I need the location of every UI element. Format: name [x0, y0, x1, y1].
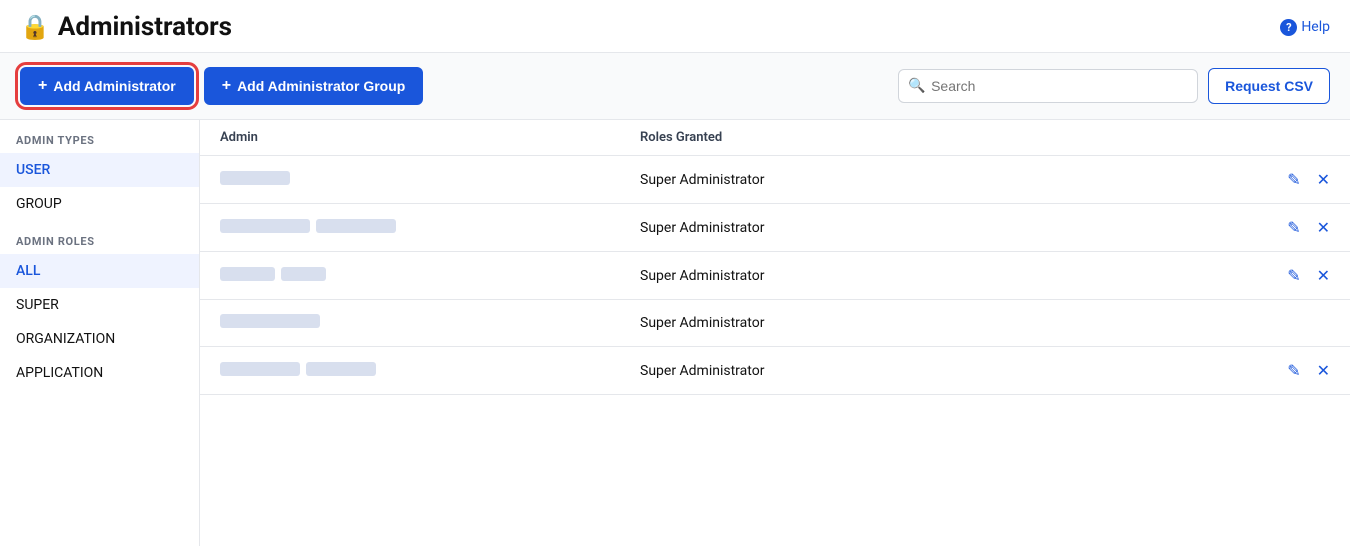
- blur-segment: [220, 362, 300, 376]
- admin-name-cell: [220, 267, 640, 285]
- sidebar-item-organization[interactable]: ORGANIZATION: [0, 322, 199, 356]
- table-header-row: Admin Roles Granted: [200, 120, 1350, 156]
- admin-types-label: ADMIN TYPES: [0, 120, 199, 153]
- blur-segment: [316, 219, 396, 233]
- blur-segment: [220, 314, 320, 328]
- search-wrapper: 🔍 Request CSV: [898, 68, 1330, 104]
- delete-icon[interactable]: ✕: [1317, 266, 1330, 285]
- delete-icon[interactable]: ✕: [1317, 218, 1330, 237]
- admin-name-cell: [220, 171, 640, 189]
- sidebar-item-super[interactable]: SUPER: [0, 288, 199, 322]
- roles-cell: Super Administrator: [640, 172, 1250, 188]
- admin-name-cell: [220, 219, 640, 237]
- table-row: Super Administrator ✎ ✕: [200, 204, 1350, 252]
- edit-icon[interactable]: ✎: [1287, 170, 1300, 189]
- add-group-label: Add Administrator Group: [237, 78, 405, 94]
- blur-segment: [220, 267, 275, 281]
- sidebar: ADMIN TYPES USER GROUP ADMIN ROLES ALL S…: [0, 120, 200, 546]
- table-row: Super Administrator ✎ ✕: [200, 252, 1350, 300]
- admin-name-cell: [220, 314, 640, 332]
- help-circle-icon: ?: [1280, 19, 1297, 36]
- roles-cell: Super Administrator: [640, 220, 1250, 236]
- actions-cell: ✎ ✕: [1250, 266, 1330, 285]
- actions-cell: ✎ ✕: [1250, 170, 1330, 189]
- request-csv-button[interactable]: Request CSV: [1208, 68, 1330, 104]
- admin-name-blur: [220, 362, 376, 376]
- toolbar: + Add Administrator + Add Administrator …: [0, 53, 1350, 120]
- admin-roles-label: ADMIN ROLES: [0, 221, 199, 254]
- blur-segment: [281, 267, 326, 281]
- page-title-text: Administrators: [58, 12, 232, 42]
- table-row: Super Administrator ✎ ✕: [200, 347, 1350, 395]
- admin-name-blur: [220, 219, 396, 233]
- add-admin-label: Add Administrator: [53, 78, 175, 94]
- content-area: ADMIN TYPES USER GROUP ADMIN ROLES ALL S…: [0, 120, 1350, 546]
- blur-segment: [220, 219, 310, 233]
- admin-name-blur: [220, 267, 326, 281]
- actions-cell: ✎ ✕: [1250, 361, 1330, 380]
- roles-cell: Super Administrator: [640, 315, 1250, 331]
- edit-icon[interactable]: ✎: [1287, 361, 1300, 380]
- blur-segment: [306, 362, 376, 376]
- sidebar-item-all[interactable]: ALL: [0, 254, 199, 288]
- lock-icon: 🔒: [20, 13, 50, 41]
- search-input[interactable]: [898, 69, 1198, 103]
- sidebar-item-application[interactable]: APPLICATION: [0, 356, 199, 390]
- help-label: Help: [1301, 19, 1330, 35]
- roles-cell: Super Administrator: [640, 268, 1250, 284]
- main-content: Admin Roles Granted Super Administrator …: [200, 120, 1350, 546]
- plus-icon-add-admin: +: [38, 77, 47, 95]
- add-administrator-button[interactable]: + Add Administrator: [20, 67, 194, 105]
- delete-icon[interactable]: ✕: [1317, 361, 1330, 380]
- col-roles-header: Roles Granted: [640, 130, 1250, 145]
- search-icon: 🔍: [908, 78, 925, 94]
- admin-name-cell: [220, 362, 640, 380]
- sidebar-item-user[interactable]: USER: [0, 153, 199, 187]
- roles-cell: Super Administrator: [640, 363, 1250, 379]
- sidebar-item-group[interactable]: GROUP: [0, 187, 199, 221]
- admin-name-blur: [220, 314, 320, 328]
- edit-icon[interactable]: ✎: [1287, 218, 1300, 237]
- request-csv-label: Request CSV: [1225, 78, 1313, 94]
- actions-cell: ✎ ✕: [1250, 218, 1330, 237]
- delete-icon[interactable]: ✕: [1317, 170, 1330, 189]
- admin-name-blur: [220, 171, 290, 185]
- page-title: 🔒 Administrators: [20, 12, 232, 42]
- col-admin-header: Admin: [220, 130, 640, 145]
- table-row: Super Administrator ✎ ✕: [200, 156, 1350, 204]
- plus-icon-add-group: +: [222, 77, 231, 95]
- blur-segment: [220, 171, 290, 185]
- page-header: 🔒 Administrators ? Help: [0, 0, 1350, 53]
- help-link[interactable]: ? Help: [1280, 19, 1330, 36]
- edit-icon[interactable]: ✎: [1287, 266, 1300, 285]
- search-input-wrap: 🔍: [898, 69, 1198, 103]
- table-row: Super Administrator: [200, 300, 1350, 347]
- add-administrator-group-button[interactable]: + Add Administrator Group: [204, 67, 424, 105]
